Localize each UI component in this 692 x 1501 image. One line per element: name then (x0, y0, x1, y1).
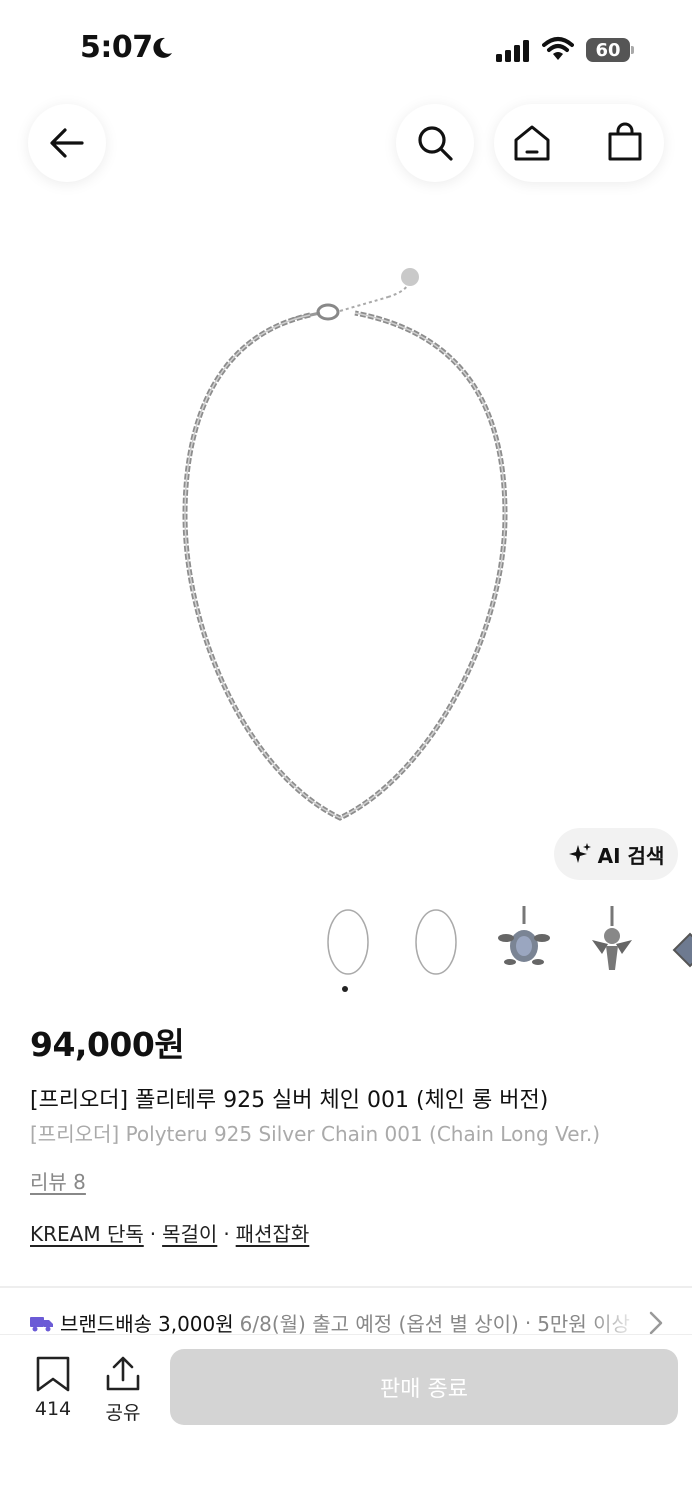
thumbnail-4[interactable] (582, 900, 642, 980)
moon-icon (153, 37, 172, 58)
category-link-necklace[interactable]: 목걸이 (162, 1222, 217, 1246)
category-links: KREAM 단독 · 목걸이 · 패션잡화 (30, 1218, 309, 1247)
share-label: 공유 (105, 1402, 141, 1424)
ai-search-label: AI 검색 (597, 843, 665, 868)
bookmark-count: 414 (34, 1398, 72, 1420)
category-separator: · (223, 1222, 230, 1246)
battery-indicator: 60 (586, 38, 630, 62)
bookmark-button[interactable] (34, 1356, 72, 1396)
thumbnail-3[interactable] (494, 900, 554, 980)
wifi-icon (542, 37, 574, 60)
thumbnail-1[interactable] (318, 900, 378, 980)
truck-icon (30, 1316, 53, 1331)
ai-search-button[interactable]: AI 검색 (554, 828, 678, 880)
cart-button[interactable] (606, 122, 644, 166)
sold-out-button[interactable]: 판매 종료 (170, 1349, 678, 1425)
carousel-dot (342, 986, 348, 992)
shopping-bag-icon (608, 122, 642, 161)
section-divider (0, 1286, 692, 1288)
signal-icon (496, 40, 529, 62)
product-title-english: [프리오더] Polyteru 925 Silver Chain 001 (Ch… (30, 1122, 601, 1146)
product-image[interactable] (160, 255, 540, 835)
thumbnail-5[interactable] (670, 930, 692, 970)
product-price: 94,000원 (30, 1025, 185, 1064)
shipping-info[interactable]: 브랜드배송 3,000원 6/8(월) 출고 예정 (옵션 별 상이) · 5만… (30, 1308, 650, 1337)
thumbnail-2[interactable] (406, 900, 466, 980)
bookmark-icon (36, 1356, 70, 1392)
status-time: 5:07 (80, 30, 153, 65)
home-icon (514, 125, 550, 161)
chevron-right-icon[interactable] (648, 1310, 664, 1336)
category-link-kream[interactable]: KREAM 단독 (30, 1222, 144, 1246)
category-separator: · (149, 1222, 157, 1246)
arrow-left-icon (50, 128, 84, 158)
shipping-date: 6/8(월) 출고 예정 (옵션 별 상이) (239, 1312, 519, 1336)
search-button[interactable] (396, 104, 474, 182)
category-link-fashion[interactable]: 패션잡화 (236, 1222, 310, 1246)
shipping-separator: · (524, 1310, 532, 1335)
back-button[interactable] (28, 104, 106, 182)
search-icon (418, 126, 453, 161)
battery-cap (631, 46, 634, 54)
share-button[interactable] (104, 1354, 142, 1396)
sparkle-icon (568, 843, 591, 863)
shipping-fee: 3,000원 (158, 1312, 234, 1336)
shipping-label: 브랜드배송 (60, 1312, 152, 1336)
home-button[interactable] (512, 124, 552, 166)
product-title-korean: [프리오더] 폴리테루 925 실버 체인 001 (체인 롱 버전) (30, 1088, 549, 1113)
review-link[interactable]: 리뷰 8 (30, 1166, 86, 1195)
share-icon (106, 1356, 140, 1391)
